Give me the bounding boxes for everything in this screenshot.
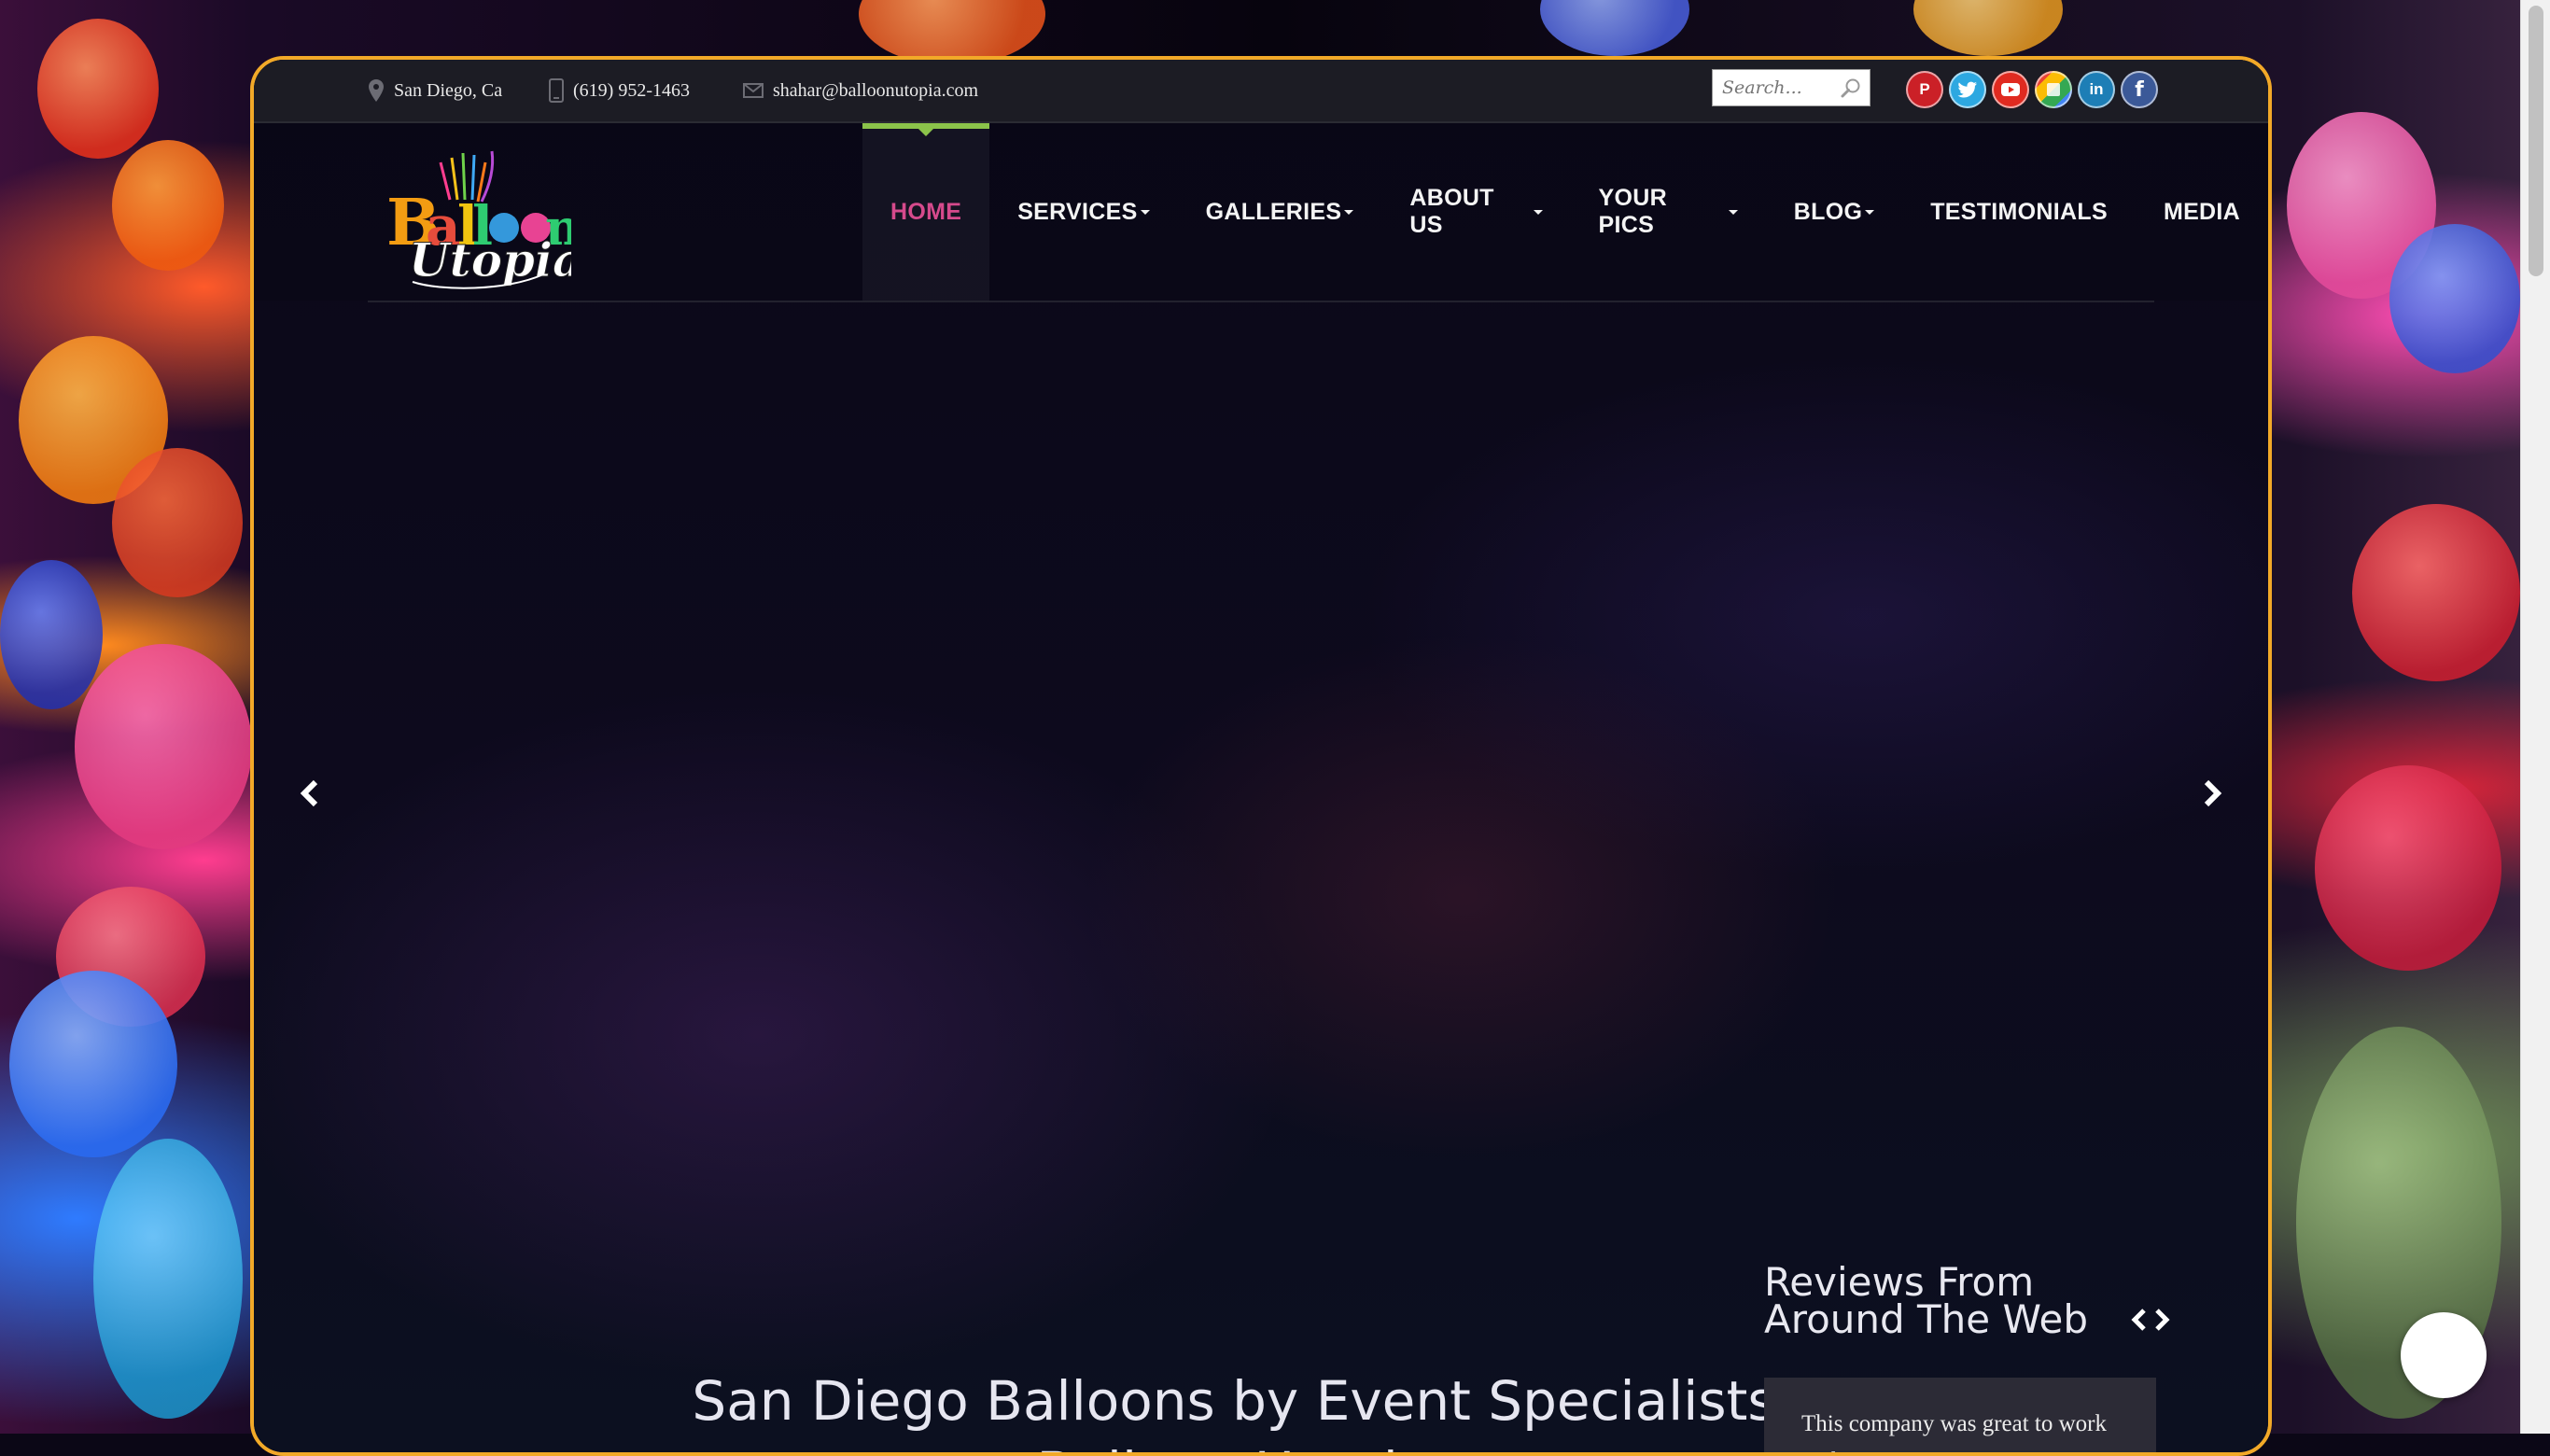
nav-home-label: HOME (890, 198, 962, 225)
nav-testimonials[interactable]: TESTIMONIALS (1902, 123, 2136, 301)
nav-services-label: SERVICES (1017, 198, 1138, 225)
main-navigation: HOME SERVICES GALLERIES ABOUT US YOUR PI… (862, 123, 2268, 301)
twitter-icon[interactable] (1949, 71, 1986, 108)
search-box[interactable] (1712, 69, 1870, 106)
review-card: This company was great to work with. My … (1764, 1378, 2156, 1452)
search-input[interactable] (1720, 77, 1836, 99)
scrollbar-thumb[interactable] (2529, 6, 2543, 276)
social-links: P in f (1906, 71, 2158, 108)
google-photos-icon[interactable] (2035, 71, 2072, 108)
dropdown-caret-icon (1140, 209, 1150, 215)
phone-icon (549, 78, 564, 103)
linkedin-icon[interactable]: in (2078, 71, 2115, 108)
dropdown-caret-icon (1533, 209, 1543, 215)
envelope-icon (743, 83, 764, 98)
nav-services[interactable]: SERVICES (989, 123, 1177, 301)
location-info: San Diego, Ca (368, 60, 502, 121)
location-text: San Diego, Ca (394, 79, 503, 101)
dropdown-caret-icon (1344, 209, 1354, 215)
reviews-nav (2130, 1307, 2171, 1333)
email-link[interactable]: shahar@balloonutopia.com (773, 80, 978, 102)
slider-prev-arrow[interactable] (299, 778, 321, 813)
site-frame: San Diego, Ca (619) 952-1463 shahar@ball… (250, 56, 2272, 1456)
nav-your-pics-label: YOUR PICS (1598, 185, 1667, 238)
site-logo[interactable]: B a l l n Utopia (385, 134, 583, 298)
reviews-prev-icon[interactable] (2130, 1307, 2149, 1333)
nav-galleries-label: GALLERIES (1205, 198, 1342, 225)
reviews-next-icon[interactable] (2152, 1307, 2171, 1333)
review-text: This company was great to work with. My … (1801, 1411, 2108, 1452)
email-info: shahar@balloonutopia.com (743, 60, 978, 121)
balloon-utopia-logo: B a l l n Utopia (386, 150, 583, 289)
chat-widget-button[interactable] (2401, 1312, 2487, 1398)
nav-media[interactable]: MEDIA (2136, 123, 2268, 301)
header-divider (368, 301, 2154, 302)
page-scrollbar[interactable] (2520, 0, 2550, 1434)
pinterest-icon[interactable]: P (1906, 71, 1943, 108)
nav-blog[interactable]: BLOG (1766, 123, 1902, 301)
hero-headline-line2: Balloon Utopia (478, 1436, 1990, 1452)
reviews-title: Reviews From Around The Web (1764, 1259, 2089, 1342)
slider-next-arrow[interactable] (2201, 778, 2223, 813)
hero-headline: San Diego Balloons by Event Specialists … (478, 1365, 1990, 1452)
youtube-icon[interactable] (1992, 71, 2029, 108)
phone-link[interactable]: (619) 952-1463 (573, 80, 690, 102)
nav-testimonials-label: TESTIMONIALS (1930, 198, 2108, 225)
facebook-icon[interactable]: f (2121, 71, 2158, 108)
hero-headline-line1: San Diego Balloons by Event Specialists (692, 1368, 1776, 1433)
map-pin-icon (369, 79, 384, 102)
dropdown-caret-icon (1728, 209, 1738, 215)
nav-about-us-label: ABOUT US (1409, 185, 1494, 238)
nav-blog-label: BLOG (1793, 198, 1863, 225)
nav-galleries[interactable]: GALLERIES (1178, 123, 1382, 301)
top-contact-bar: San Diego, Ca (619) 952-1463 shahar@ball… (254, 60, 2268, 123)
phone-info: (619) 952-1463 (549, 60, 690, 121)
chevron-left-icon (300, 779, 318, 807)
dropdown-caret-icon (1865, 209, 1875, 215)
chevron-right-icon (2204, 779, 2222, 807)
svg-text:Utopia: Utopia (409, 232, 571, 287)
nav-media-label: MEDIA (2163, 198, 2240, 225)
nav-about-us[interactable]: ABOUT US (1381, 123, 1570, 301)
nav-your-pics[interactable]: YOUR PICS (1571, 123, 1766, 301)
nav-home[interactable]: HOME (862, 123, 990, 301)
search-icon[interactable] (1840, 77, 1862, 100)
